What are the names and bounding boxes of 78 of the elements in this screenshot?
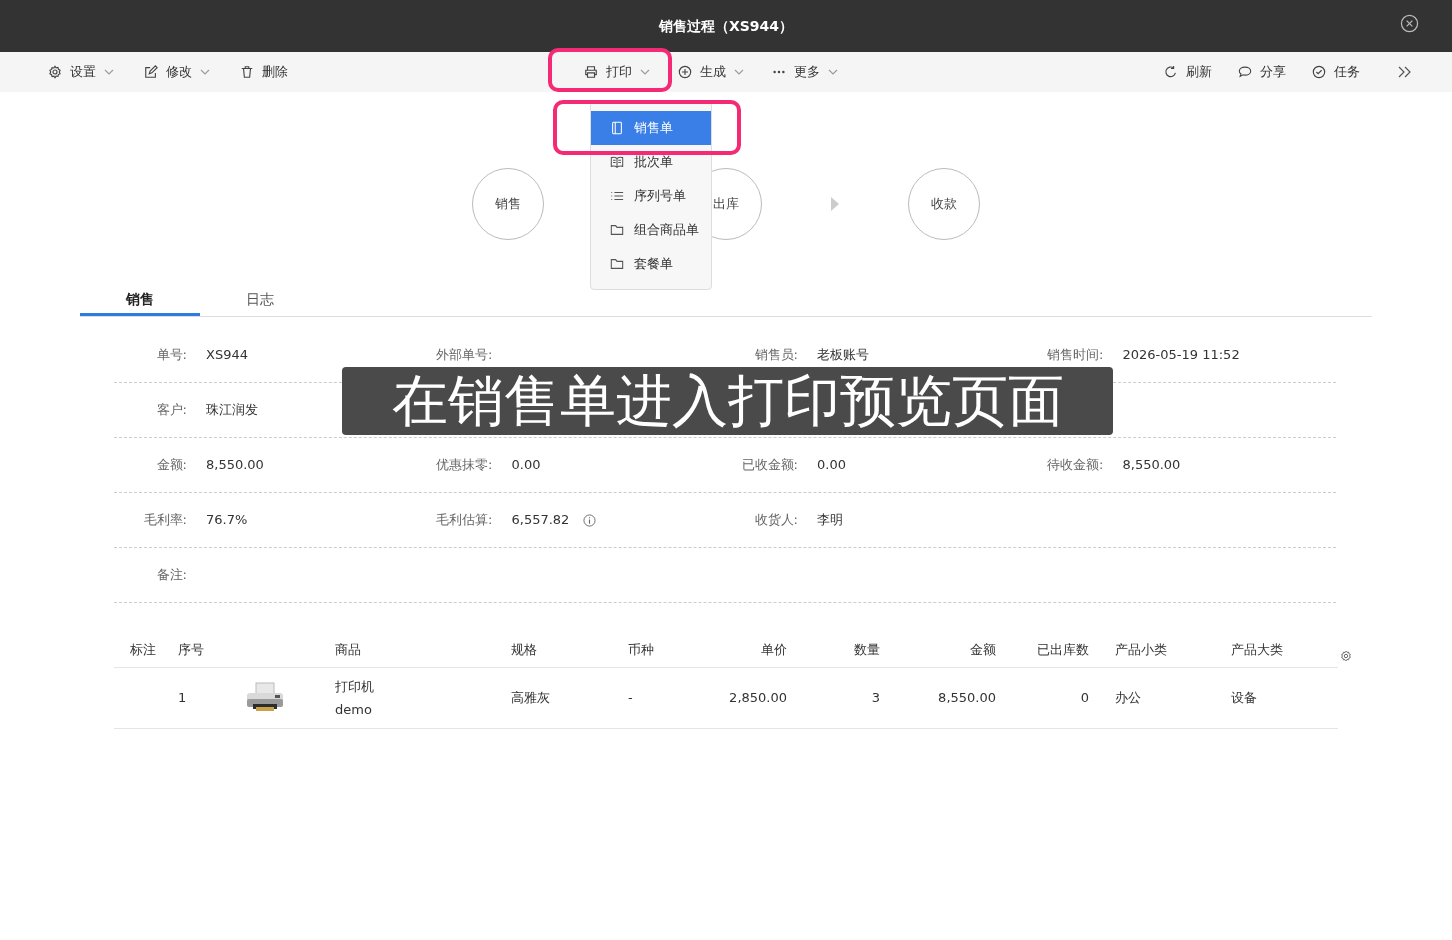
- table-cell-text: 0: [1079, 689, 1090, 708]
- product-code: demo: [335, 701, 373, 719]
- field-value: 8,550.00: [1122, 456, 1181, 475]
- toolbar-button[interactable]: 刷新: [1156, 57, 1220, 87]
- arrow-icon: [831, 197, 839, 211]
- product-name: 打印机: [335, 677, 375, 696]
- toolbar-button[interactable]: 更多: [764, 57, 846, 87]
- edit-icon: [144, 65, 158, 79]
- table-cell-text: 3: [870, 689, 881, 708]
- field-value: 珠江润发: [206, 401, 258, 420]
- folder-icon: [610, 223, 624, 237]
- column-header: 产品小类: [1114, 641, 1168, 660]
- field-label: 待收金额:: [1046, 456, 1104, 475]
- close-icon[interactable]: [1400, 14, 1419, 33]
- field-value: XS944: [206, 346, 248, 365]
- field-value: 0.00: [511, 456, 541, 475]
- chat-bubble-icon: [1238, 65, 1252, 79]
- field-label: 毛利估算:: [435, 511, 493, 530]
- menu-item[interactable]: 销售单: [591, 111, 711, 145]
- table-cell-text: 8,550.00: [937, 689, 997, 708]
- field-value: 0.00: [817, 456, 846, 475]
- field-label: 备注:: [155, 566, 187, 585]
- field-label: 销售员:: [753, 346, 798, 365]
- column-header: 数量: [853, 641, 881, 660]
- column-header: 金额: [969, 641, 997, 660]
- field-label: 单号:: [155, 346, 187, 365]
- column-header: 商品: [334, 641, 362, 660]
- list-icon: [610, 189, 624, 203]
- field-value: 8,550.00: [206, 456, 264, 475]
- field-label: 销售时间:: [1046, 346, 1104, 365]
- table-cell-text: 1: [177, 689, 188, 708]
- field-value: 2026-05-19 11:52: [1122, 346, 1240, 365]
- toolbar-button[interactable]: 删除: [232, 57, 296, 87]
- settings-icon: [48, 65, 62, 79]
- field-label: 毛利率:: [142, 511, 187, 530]
- toolbar-button[interactable]: 打印: [576, 57, 658, 87]
- toolbar-button[interactable]: 任务: [1304, 57, 1368, 87]
- field-label: 优惠抹零:: [435, 456, 493, 475]
- book-icon: [610, 155, 624, 169]
- caption-text: 在销售单进入打印预览页面: [391, 373, 1064, 429]
- table-cell-text: 2,850.00: [728, 689, 788, 708]
- column-header: 序号: [177, 641, 205, 660]
- field-label: 收货人:: [753, 511, 798, 530]
- toolbar-button[interactable]: 分享: [1230, 57, 1294, 87]
- column-header: 单价: [760, 641, 788, 660]
- field-value: 6,557.82: [511, 511, 570, 530]
- plus-circle-icon: [678, 65, 692, 79]
- double-chevron-icon[interactable]: [1398, 66, 1412, 78]
- field-label: 客户:: [155, 401, 187, 420]
- field-label: 外部单号:: [435, 346, 493, 365]
- column-header: 币种: [627, 641, 655, 660]
- trash-icon: [240, 65, 254, 79]
- folder-icon: [610, 257, 624, 271]
- toolbar-button[interactable]: 设置: [40, 57, 122, 87]
- refresh-icon: [1164, 65, 1178, 79]
- settings-icon[interactable]: [1340, 650, 1352, 662]
- column-header: 规格: [510, 641, 538, 660]
- tab[interactable]: 日志: [200, 285, 320, 316]
- table-cell-text: 办公: [1114, 689, 1142, 708]
- printer-icon: [584, 65, 598, 79]
- toolbar-button[interactable]: 修改: [136, 57, 218, 87]
- column-header: 产品大类: [1230, 641, 1284, 660]
- table-cell-text: 高雅灰: [510, 689, 551, 708]
- table-cell-text: 设备: [1230, 689, 1258, 708]
- table-cell-text: -: [627, 689, 634, 708]
- field-value: 老板账号: [817, 346, 869, 365]
- field-label: 已收金额:: [740, 456, 798, 475]
- column-header: 已出库数: [1036, 641, 1090, 660]
- toolbar-button[interactable]: 生成: [670, 57, 752, 87]
- check-circle-icon: [1312, 65, 1326, 79]
- notebook-icon: [610, 121, 624, 135]
- field-value: 76.7%: [206, 511, 248, 530]
- tab[interactable]: 销售: [80, 285, 200, 316]
- menu-item[interactable]: 套餐单: [591, 247, 711, 281]
- window-title: 销售过程（XS944）: [658, 16, 794, 36]
- field-label: 金额:: [155, 456, 187, 475]
- column-header: 标注: [129, 641, 157, 660]
- field-value: 李明: [817, 511, 843, 530]
